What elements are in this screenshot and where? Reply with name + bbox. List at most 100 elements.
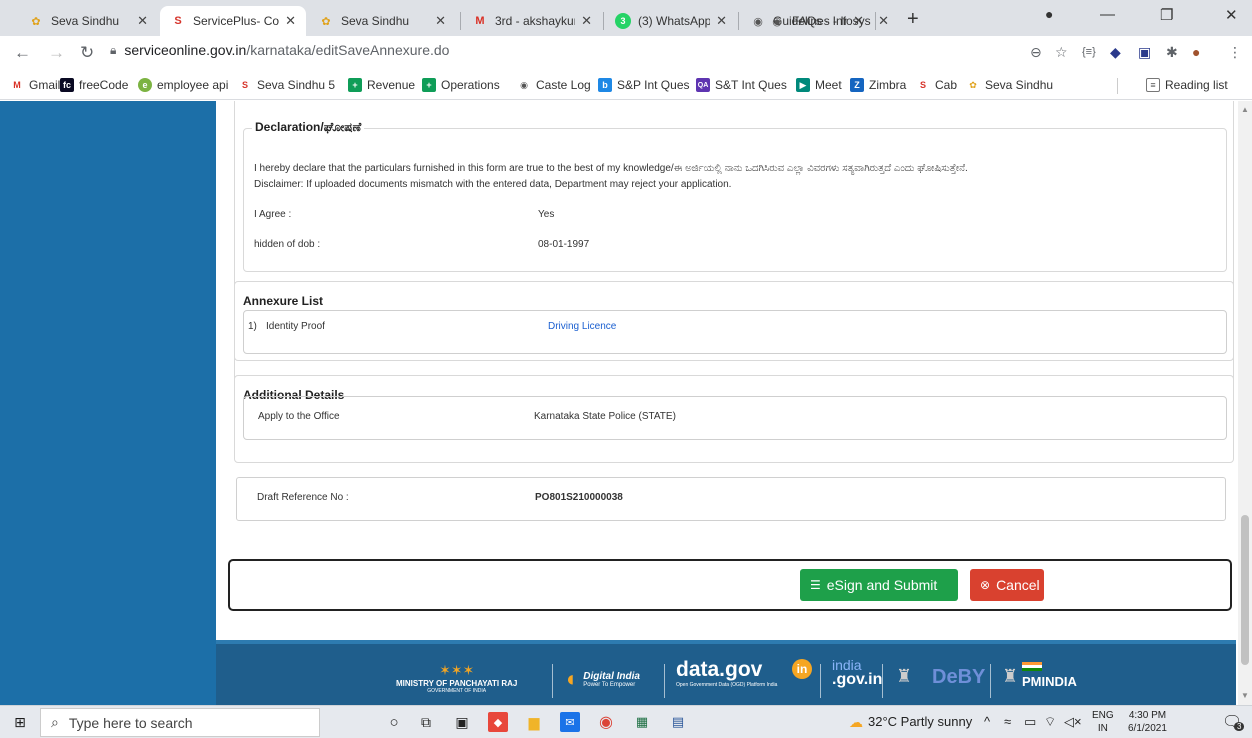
tab-gmail[interactable]: M 3rd - akshaykuma ✕ — [462, 6, 602, 36]
dob-value: 08-01-1997 — [538, 239, 590, 250]
data-gov-logo[interactable]: data.gov Open Government Data (OGD) Plat… — [676, 658, 777, 688]
window-close-icon[interactable]: ✕ — [1225, 6, 1238, 24]
bookmark-operations[interactable]: + Operations — [422, 78, 500, 92]
extension-badge-icon[interactable]: ◆ — [1110, 44, 1121, 61]
extension-json-icon[interactable]: {≡} — [1082, 46, 1096, 58]
windows-start-icon[interactable]: ⊞ — [10, 712, 30, 732]
footer-divider — [882, 664, 883, 698]
close-icon[interactable]: ✕ — [137, 13, 148, 29]
deby-logo[interactable]: DeBY — [932, 666, 985, 689]
browser-tab-strip: ✿ Seva Sindhu ✕ S ServicePlus- Com ✕ ✿ S… — [0, 0, 1252, 36]
kebab-menu-icon[interactable]: ⋮ — [1228, 44, 1242, 61]
back-icon[interactable]: ← — [14, 43, 31, 63]
panchayati-text: MINISTRY OF PANCHAYATI RAJ — [396, 679, 518, 688]
cancel-button[interactable]: ⊗ Cancel — [970, 569, 1044, 601]
scroll-down-icon[interactable]: ▼ — [1241, 691, 1249, 700]
footer-divider — [552, 664, 553, 698]
bookmark-freecode[interactable]: fc freeCode — [60, 78, 128, 92]
panchayati-emblem-icon: ✶✶✶ — [439, 662, 475, 678]
bookmark-cab[interactable]: S Cab — [916, 78, 957, 92]
extension-screenshot-icon[interactable]: ▣ — [1138, 44, 1151, 61]
esign-submit-button[interactable]: ☰ eSign and Submit — [800, 569, 958, 601]
pmindia-logo[interactable]: PMINDIA — [1022, 662, 1077, 689]
tab-seva-sindhu-1[interactable]: ✿ Seva Sindhu ✕ — [18, 6, 158, 36]
maximize-icon[interactable]: ❐ — [1160, 6, 1173, 24]
tab-faqs[interactable]: ◉ FAQs - Infosys Or ✕ — [759, 6, 899, 36]
weather-text[interactable]: 32°C Partly sunny — [868, 714, 972, 729]
apply-office-value: Karnataka State Police (STATE) — [534, 411, 676, 422]
lang-top: ENG — [1092, 710, 1114, 721]
cortana-icon[interactable]: ○ — [384, 712, 404, 732]
address-bar[interactable]: 🔒︎ serviceonline.gov.in/karnataka/editSa… — [110, 42, 449, 58]
taskbar-search-box[interactable]: ⌕ Type here to search — [40, 708, 320, 737]
excel-icon[interactable]: ▦ — [632, 712, 652, 732]
meet-icon: ▶ — [796, 78, 810, 92]
bookmark-seva-sindhu-5[interactable]: S Seva Sindhu 5 — [238, 78, 335, 92]
file-explorer-icon[interactable]: ▆ — [524, 712, 544, 732]
whatsapp-icon: 3 — [615, 13, 631, 29]
store-icon[interactable]: ▣ — [452, 712, 472, 732]
input-language[interactable]: ENG IN — [1092, 709, 1114, 735]
tab-serviceplus[interactable]: S ServicePlus- Com ✕ — [160, 6, 306, 36]
data-gov-subtext: Open Government Data (OGD) Platform Indi… — [676, 682, 778, 688]
seva-sindhu-icon: ✿ — [321, 15, 331, 28]
bookmark-star-icon[interactable]: ☆ — [1055, 44, 1068, 61]
bookmark-revenue[interactable]: + Revenue — [348, 78, 415, 92]
digital-india-logo[interactable]: ◐ Digital India Power To Empower — [566, 666, 640, 692]
task-view-icon[interactable]: ⧉ — [416, 712, 436, 732]
digital-india-subtext: Power To Empower — [583, 681, 636, 688]
word-icon[interactable]: ▤ — [668, 712, 688, 732]
close-icon[interactable]: ✕ — [581, 13, 592, 29]
bookmark-meet[interactable]: ▶ Meet — [796, 78, 842, 92]
battery-icon[interactable]: ▭ — [1024, 714, 1036, 730]
digital-india-text: Digital India — [583, 670, 640, 682]
bookmark-seva-sindhu[interactable]: ✿ Seva Sindhu — [966, 78, 1053, 92]
bookmark-sp-int-ques[interactable]: b S&P Int Ques — [598, 78, 690, 92]
gmail-icon: M — [475, 15, 485, 27]
show-hidden-icons-icon[interactable]: ^ — [984, 714, 990, 729]
chrome-icon[interactable]: ◉ — [596, 712, 616, 732]
bookmark-label: Seva Sindhu 5 — [257, 78, 336, 92]
bookmark-st-int-ques[interactable]: QA S&T Int Ques — [696, 78, 787, 92]
qa-icon: QA — [696, 78, 710, 92]
bookmark-label: Meet — [815, 78, 842, 92]
new-tab-icon[interactable]: + — [907, 8, 919, 31]
app-red-icon[interactable]: ◆ — [488, 712, 508, 732]
page-scrollbar[interactable]: ▲ ▼ — [1238, 101, 1252, 705]
bookmark-gmail[interactable]: M Gmail — [10, 78, 60, 92]
profile-avatar-icon[interactable]: ● — [1192, 44, 1200, 60]
mail-icon[interactable]: ✉ — [560, 712, 580, 732]
india-gov-logo[interactable]: india .gov.in — [832, 658, 882, 688]
zoom-icon[interactable]: ⊖ — [1030, 44, 1042, 61]
reload-icon[interactable]: ↻ — [80, 43, 94, 63]
network-icon[interactable]: ≈ — [1004, 714, 1011, 729]
bookmark-employee-api[interactable]: e employee api — [138, 78, 228, 92]
volume-icon[interactable]: ◁× — [1064, 714, 1082, 730]
bookmark-separator — [1117, 78, 1118, 94]
close-icon[interactable]: ✕ — [716, 13, 727, 29]
tab-search-icon[interactable]: ● — [1045, 6, 1053, 22]
bookmark-label: S&P Int Ques — [617, 78, 690, 92]
serviceplus-icon: S — [916, 78, 930, 92]
minimize-icon[interactable]: — — [1100, 6, 1115, 23]
bookmark-label: Cab — [935, 78, 958, 92]
reading-list[interactable]: ≡ Reading list — [1146, 78, 1228, 92]
freecodecamp-icon: fc — [60, 78, 74, 92]
close-icon[interactable]: ✕ — [878, 13, 889, 29]
scroll-up-icon[interactable]: ▲ — [1241, 105, 1249, 114]
clock[interactable]: 4:30 PM 6/1/2021 — [1128, 709, 1167, 735]
scrollbar-thumb[interactable] — [1241, 515, 1249, 665]
declaration-statement: I hereby declare that the particulars fu… — [254, 163, 968, 174]
bookmark-zimbra[interactable]: Z Zimbra — [850, 78, 906, 92]
wifi-icon[interactable]: ⌔ — [1044, 714, 1056, 730]
browser-toolbar: ← → ↻ 🔒︎ serviceonline.gov.in/karnataka/… — [0, 36, 1252, 72]
tab-seva-sindhu-2[interactable]: ✿ Seva Sindhu ✕ — [308, 6, 456, 36]
close-icon[interactable]: ✕ — [285, 13, 296, 29]
close-icon[interactable]: ✕ — [435, 13, 446, 29]
tab-whatsapp[interactable]: 3 (3) WhatsApp ✕ — [605, 6, 737, 36]
panchayati-raj-logo[interactable]: ✶✶✶ MINISTRY OF PANCHAYATI RAJ GOVERNMEN… — [396, 662, 517, 694]
driving-licence-link[interactable]: Driving Licence — [548, 321, 616, 332]
extensions-puzzle-icon[interactable]: ✱ — [1166, 44, 1178, 61]
bookmark-caste-log[interactable]: ◉ Caste Log — [517, 78, 591, 92]
forward-icon[interactable]: → — [48, 43, 65, 63]
